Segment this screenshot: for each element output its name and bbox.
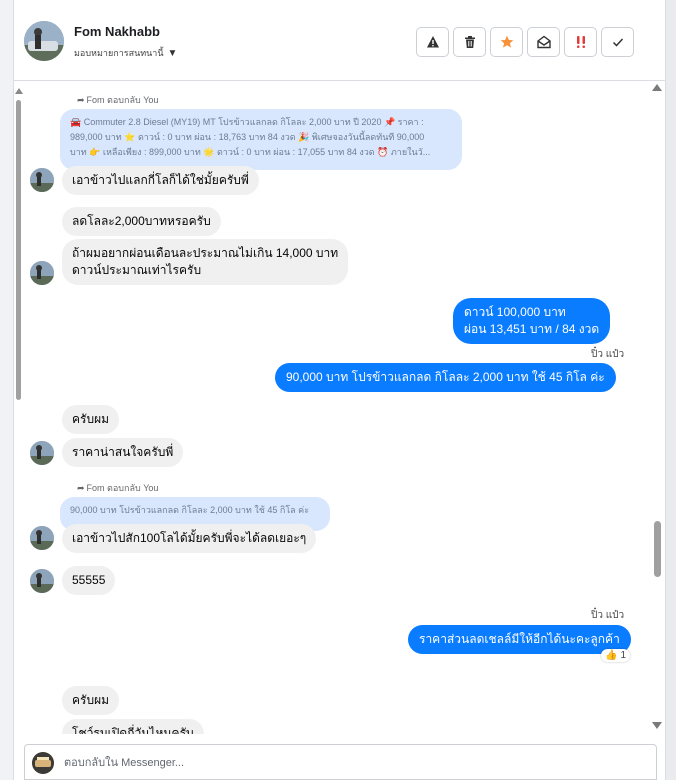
contact-avatar-small[interactable] — [30, 526, 54, 550]
message-thread: ➦ Fom ตอบกลับ You 🚘 Commuter 2.8 Diesel … — [14, 81, 650, 734]
scroll-down-arrow[interactable] — [652, 722, 662, 729]
sender-name: ปิ๋ว แป๋ว — [591, 349, 625, 360]
message-reaction[interactable]: 👍 1 — [601, 649, 631, 662]
incoming-message[interactable]: เอาข้าวไปสัก100โลได้มั้ยครับพี่จะได้ลดเย… — [62, 524, 317, 553]
conversation-header: Fom Nakhabb มอบหมายการสนทนานี้ ▼ — [14, 0, 665, 81]
report-button[interactable] — [416, 27, 449, 57]
contact-avatar-small[interactable] — [30, 569, 54, 593]
contact-name[interactable]: Fom Nakhabb — [74, 24, 160, 39]
delete-button[interactable] — [453, 27, 486, 57]
quoted-text-line: 989,000 บาท ⭐ ดาวน์ : 0 บาท ผ่อน : 18,76… — [70, 132, 425, 142]
star-button[interactable] — [490, 27, 523, 57]
incoming-message[interactable]: 55555 — [62, 566, 116, 595]
header-action-buttons — [416, 27, 634, 57]
incoming-message[interactable]: ถ้าผมอยากผ่อนเดือนละประมาณไม่เกิน 14,000… — [62, 239, 349, 285]
message-scrollbar[interactable] — [652, 84, 662, 734]
reply-arrow-icon: ➦ — [77, 482, 85, 493]
assign-label: มอบหมายการสนทนานี้ — [74, 48, 164, 58]
spam-button[interactable] — [564, 27, 597, 57]
reply-composer — [24, 744, 657, 780]
contact-avatar-small[interactable] — [30, 168, 54, 192]
trash-icon — [464, 36, 475, 48]
left-page-edge — [0, 0, 13, 780]
reply-indicator: ➦ Fom ตอบกลับ You — [77, 481, 158, 495]
reply-input[interactable] — [64, 754, 624, 772]
assign-conversation-dropdown[interactable]: มอบหมายการสนทนานี้ ▼ — [74, 46, 177, 60]
incoming-message[interactable]: ครับผม — [62, 405, 120, 434]
warning-icon — [426, 36, 439, 48]
right-page-edge — [666, 0, 676, 780]
thumbs-up-icon: 👍 — [605, 650, 618, 661]
reply-indicator: ➦ Fom ตอบกลับ You — [77, 93, 158, 107]
contact-avatar[interactable] — [24, 21, 64, 61]
reply-arrow-icon: ➦ — [77, 94, 85, 105]
message-line: ผ่อน 13,451 บาท / 84 งวด — [464, 322, 600, 336]
message-line: ถ้าผมอยากผ่อนเดือนละประมาณไม่เกิน 14,000… — [72, 246, 339, 260]
scroll-up-arrow[interactable] — [652, 84, 662, 91]
mark-unread-button[interactable] — [527, 27, 560, 57]
reply-label: Fom ตอบกลับ You — [86, 95, 159, 105]
outgoing-message[interactable]: ราคาส่วนลดเชลล์มีให้อีกได้นะคะลูกค้า — [408, 625, 631, 654]
chevron-down-icon: ▼ — [167, 47, 178, 59]
quoted-message[interactable]: 🚘 Commuter 2.8 Diesel (MY19) MT โปรข้าวแ… — [60, 109, 462, 170]
sender-name: ปิ๋ว แป๋ว — [591, 610, 625, 621]
page-avatar — [32, 752, 54, 774]
envelope-open-icon — [536, 35, 551, 49]
quoted-text-line: 🚘 Commuter 2.8 Diesel (MY19) MT โปรข้าวแ… — [70, 117, 424, 127]
reply-label: Fom ตอบกลับ You — [86, 483, 159, 493]
message-line: ดาวน์ประมาณเท่าไรครับ — [72, 263, 202, 277]
outgoing-message[interactable]: ดาวน์ 100,000 บาท ผ่อน 13,451 บาท / 84 ง… — [453, 298, 611, 344]
quoted-text-line: บาท 👉 เหลือเพียง : 899,000 บาท 🌟 ดาวน์ :… — [70, 147, 431, 157]
quoted-text-line: 90,000 บาท โปรข้าวแลกลด กิโลละ 2,000 บาท… — [70, 505, 310, 515]
reaction-count: 1 — [620, 650, 627, 661]
mark-done-button[interactable] — [601, 27, 634, 57]
message-line: ดาวน์ 100,000 บาท — [464, 305, 566, 319]
outgoing-message[interactable]: 90,000 บาท โปรข้าวแลกลด กิโลละ 2,000 บาท… — [275, 363, 616, 392]
contact-avatar-small[interactable] — [30, 441, 54, 465]
incoming-message[interactable]: ครับผม — [62, 686, 120, 715]
scrollbar-thumb[interactable] — [654, 521, 661, 577]
incoming-message[interactable]: โชว์รูมเปิดกี่วันไหนครับ — [62, 719, 204, 734]
contact-avatar-small[interactable] — [30, 261, 54, 285]
incoming-message[interactable]: เอาข้าวไปแลกกี่โลก็ได้ใช่มั้ยครับพี่ — [62, 166, 259, 195]
star-icon — [500, 35, 513, 48]
conversation-panel: Fom Nakhabb มอบหมายการสนทนานี้ ▼ ➦ Fom ต… — [13, 0, 666, 780]
double-exclamation-icon — [576, 36, 585, 48]
incoming-message[interactable]: ลดโลละ2,000บาทหรอครับ — [62, 207, 221, 236]
checkmark-icon — [612, 38, 623, 47]
incoming-message[interactable]: ราคาน่าสนใจครับพี่ — [62, 438, 184, 467]
